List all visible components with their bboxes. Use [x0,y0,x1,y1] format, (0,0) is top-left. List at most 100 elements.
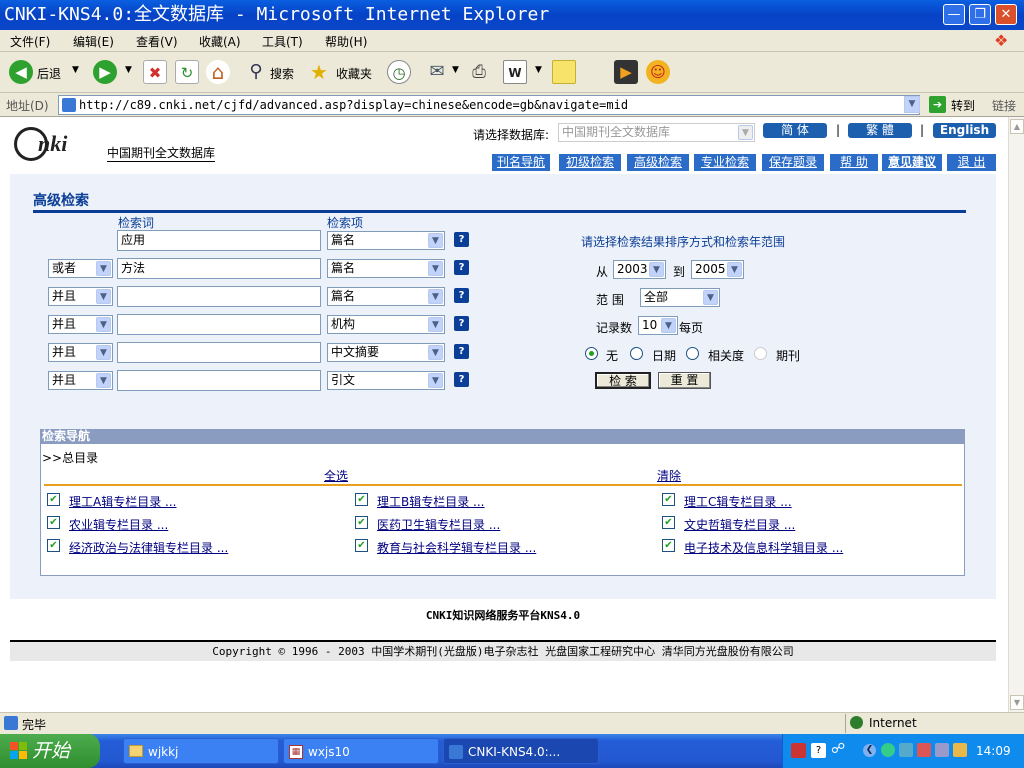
sort-relevance-radio[interactable] [686,347,699,360]
history-icon[interactable]: ◷ [387,60,411,84]
close-button[interactable]: ✕ [995,4,1017,25]
logic-select[interactable]: 并且 ▼ [48,371,113,390]
sort-date-radio[interactable] [630,347,643,360]
print-icon[interactable]: ⎙ [467,60,491,84]
search-term-input[interactable]: 应用 [117,230,321,251]
menu-tools[interactable]: 工具(T) [262,33,303,50]
menu-file[interactable]: 文件(F) [10,33,50,50]
tray-icon-b[interactable] [899,743,913,757]
category-checkbox[interactable]: ✔ [47,539,60,552]
category-checkbox[interactable]: ✔ [355,539,368,552]
minimize-button[interactable]: — [943,4,965,25]
logic-select[interactable]: 或者 ▼ [48,259,113,278]
category-link[interactable]: 文史哲辑专栏目录 ... [684,516,795,533]
forward-arrow-icon[interactable]: ▶ [93,60,117,84]
menu-help[interactable]: 帮助(H) [325,33,367,50]
tab-help[interactable]: 帮 助 [830,154,878,171]
back-arrow-icon[interactable]: ◀ [9,60,33,84]
tray-icon-a[interactable] [881,743,895,757]
mail-icon[interactable]: ✉ [425,60,449,84]
links-label[interactable]: 链接 [992,97,1016,114]
search-field-select[interactable]: 篇名 ▼ [327,259,445,278]
vertical-scrollbar[interactable]: ▲ ▼ [1008,117,1024,712]
favorites-star-icon[interactable]: ★ [307,60,331,84]
scroll-up-icon[interactable]: ▲ [1010,119,1024,134]
maximize-button[interactable]: ❐ [969,4,991,25]
taskbar-item[interactable]: ▦ wxjs10 [283,738,439,764]
favorites-button[interactable]: 收藏夹 [336,65,372,82]
search-field-select[interactable]: 引文 ▼ [327,371,445,390]
back-dropdown-icon[interactable]: ▼ [72,65,79,75]
media-player-icon[interactable]: ▶ [614,60,638,84]
tray-icon-e[interactable] [953,743,967,757]
edit-dropdown-icon[interactable]: ▼ [535,65,542,75]
category-checkbox[interactable]: ✔ [355,516,368,529]
tray-expand-icon[interactable]: ❮ [863,744,876,757]
category-checkbox[interactable]: ✔ [662,539,675,552]
forward-dropdown-icon[interactable]: ▼ [125,65,132,75]
category-checkbox[interactable]: ✔ [662,493,675,506]
tab-saved-records[interactable]: 保存题录 [762,154,824,171]
category-checkbox[interactable]: ✔ [355,493,368,506]
search-field-select[interactable]: 中文摘要 ▼ [327,343,445,362]
home-icon[interactable]: ⌂ [206,60,230,84]
tab-journal-nav[interactable]: 刊名导航 [492,154,550,171]
logic-select[interactable]: 并且 ▼ [48,315,113,334]
category-link[interactable]: 理工C辑专栏目录 ... [684,493,792,510]
taskbar-item[interactable]: wjkkj [123,738,279,764]
category-link[interactable]: 农业辑专栏目录 ... [69,516,168,533]
tray-icon-d[interactable] [935,743,949,757]
messenger-icon[interactable]: ☺ [646,60,670,84]
go-button[interactable]: 转到 [951,97,975,114]
scroll-down-icon[interactable]: ▼ [1010,695,1024,710]
window-title-bar[interactable]: CNKI-KNS4.0:全文数据库 - Microsoft Internet E… [0,0,1024,30]
search-term-input[interactable] [117,342,321,363]
tray-network-icon[interactable]: ☍ [831,741,845,757]
clear-link[interactable]: 清除 [657,467,681,484]
records-select[interactable]: 10 ▼ [638,316,678,335]
menu-edit[interactable]: 编辑(E) [73,33,114,50]
clock[interactable]: 14:09 [976,744,1011,758]
category-link[interactable]: 经济政治与法律辑专栏目录 ... [69,539,228,556]
start-button[interactable]: 开始 [0,734,100,768]
category-link[interactable]: 理工B辑专栏目录 ... [377,493,485,510]
logic-select[interactable]: 并且 ▼ [48,343,113,362]
nav-root-link[interactable]: >>总目录 [42,449,98,466]
go-arrow-icon[interactable]: ➔ [929,96,946,113]
discuss-note-icon[interactable] [552,60,576,84]
category-link[interactable]: 教育与社会科学辑专栏目录 ... [377,539,536,556]
select-all-link[interactable]: 全选 [324,467,348,484]
category-link[interactable]: 理工A辑专栏目录 ... [69,493,176,510]
edit-word-icon[interactable]: W [503,60,527,84]
reset-button[interactable]: 重 置 [658,372,711,389]
tab-basic-search[interactable]: 初级检索 [559,154,621,171]
tab-feedback[interactable]: 意见建议 [882,154,942,171]
search-button[interactable]: 检 索 [595,372,651,389]
address-dropdown-icon[interactable]: ▼ [904,96,920,113]
tray-app-icon[interactable] [791,743,806,758]
search-field-select[interactable]: 篇名 ▼ [327,231,445,250]
search-term-input[interactable] [117,286,321,307]
lang-simplified-button[interactable]: 简 体 [763,123,827,138]
help-icon[interactable]: ? [454,344,469,359]
search-field-select[interactable]: 机构 ▼ [327,315,445,334]
from-year-select[interactable]: 2003 ▼ [613,260,666,279]
help-icon[interactable]: ? [454,372,469,387]
category-checkbox[interactable]: ✔ [47,516,60,529]
help-icon[interactable]: ? [454,288,469,303]
menu-favorites[interactable]: 收藏(A) [199,33,241,50]
range-select[interactable]: 全部 ▼ [640,288,720,307]
help-icon[interactable]: ? [454,316,469,331]
search-icon[interactable]: ⚲ [244,60,268,84]
lang-traditional-button[interactable]: 繁 體 [848,123,912,138]
address-input[interactable]: http://c89.cnki.net/cjfd/advanced.asp?di… [58,95,920,115]
search-term-input[interactable] [117,314,321,335]
category-link[interactable]: 电子技术及信息科学辑目录 ... [684,539,843,556]
sort-none-radio[interactable] [585,347,598,360]
search-term-input[interactable] [117,370,321,391]
search-term-input[interactable]: 方法 [117,258,321,279]
tab-exit[interactable]: 退 出 [947,154,996,171]
mail-dropdown-icon[interactable]: ▼ [452,65,459,75]
tray-icon-c[interactable] [917,743,931,757]
help-icon[interactable]: ? [454,260,469,275]
